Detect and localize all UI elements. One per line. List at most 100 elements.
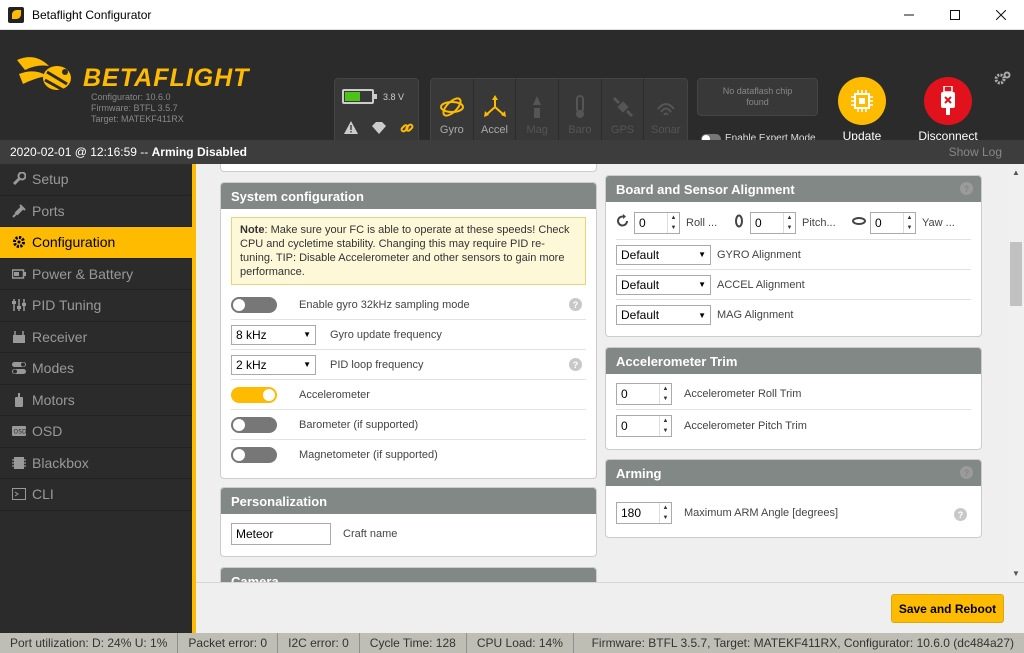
sidebar-item-pid-tuning[interactable]: PID Tuning	[0, 290, 192, 322]
datetime: 2020-02-01 @ 12:16:59 --	[10, 145, 149, 159]
acc-roll-trim-input[interactable]: 0 ▲ ▼	[616, 382, 672, 405]
sidebar-item-setup[interactable]: Setup	[0, 164, 192, 196]
sonar-icon	[653, 94, 679, 120]
board-yaw-input[interactable]: 0 ▲ ▼	[870, 211, 916, 234]
yaw-rotate-icon	[852, 214, 866, 231]
scrollbar-thumb[interactable]	[1010, 242, 1022, 306]
accelerometer-row: Accelerometer	[231, 380, 586, 410]
sensor-accel: Accel	[474, 79, 517, 144]
i2c-error: I2C error: 0	[278, 633, 360, 653]
dropdown-arrow-icon: ▼	[698, 280, 706, 289]
window-title: Betaflight Configurator	[32, 7, 152, 22]
acc-pitch-trim-input[interactable]: 0 ▲ ▼	[616, 415, 672, 437]
mag-alignment-select[interactable]: Default ▼	[616, 305, 711, 325]
magnetometer-toggle[interactable]	[231, 447, 277, 463]
performance-note: Note: Make sure your FC is able to opera…	[231, 217, 586, 285]
arm-angle-help-icon[interactable]: ?	[954, 508, 967, 521]
sidebar-item-modes[interactable]: Modes	[0, 353, 192, 385]
arming-help-icon[interactable]: ?	[960, 466, 973, 479]
battery-panel: 3.8 V	[334, 78, 419, 145]
arming-panel: Arming? 180 ▲ ▼ Maximum ARM Angle [degrees…	[605, 459, 982, 538]
minimize-button[interactable]	[886, 0, 932, 30]
gyro32-help-icon[interactable]: ?	[569, 298, 582, 311]
sensor-baro: Baro	[559, 79, 602, 144]
dropdown-arrow-icon: ▼	[303, 330, 311, 339]
pitch-rotate-icon	[732, 214, 746, 231]
osd-icon: OSD	[12, 424, 26, 438]
disconnect-button[interactable]: Disconnect	[908, 77, 988, 143]
settings-gear-icon[interactable]	[993, 70, 1011, 88]
pid-icon	[12, 298, 26, 312]
arming-state: Arming Disabled	[151, 145, 247, 159]
app-icon	[8, 6, 24, 23]
sidebar-item-blackbox[interactable]: Blackbox	[0, 448, 192, 479]
target-name: Target: MATEKF411RX	[91, 114, 184, 124]
sidebar-item-ports[interactable]: Ports	[0, 196, 192, 227]
mag-alignment-row: Default ▼ MAG Alignment	[616, 300, 971, 330]
pid-frequency-select[interactable]: 2 kHz ▼	[231, 354, 316, 375]
sidebar-item-motors[interactable]: Motors	[0, 385, 192, 416]
gyro-alignment-select[interactable]: Default ▼	[616, 244, 711, 265]
maximize-button[interactable]	[932, 0, 978, 30]
board-alignment-panel: Board and Sensor Alignment? 0 ▲ ▼ Roll ...…	[605, 175, 982, 337]
dropdown-arrow-icon: ▼	[698, 250, 706, 259]
minimize-icon	[904, 14, 914, 16]
logo-text: BETAFLIGHT	[83, 64, 250, 92]
sensor-status-panel: Gyro Accel Mag Baro GPS Sonar	[430, 78, 688, 145]
dropdown-arrow-icon: ▼	[303, 360, 311, 369]
barometer-toggle[interactable]	[231, 416, 277, 433]
sensor-mag: Mag	[516, 79, 560, 144]
board-alignment-title: Board and Sensor Alignment?	[606, 176, 981, 202]
system-configuration-panel: System configuration Note: Make sure you…	[220, 182, 597, 479]
sidebar-item-power-battery[interactable]: Power & Battery	[0, 259, 192, 290]
save-and-reboot-button[interactable]: Save and Reboot	[891, 594, 1004, 623]
board-alignment-help-icon[interactable]: ?	[960, 182, 973, 195]
arm-angle-input[interactable]: 180 ▲ ▼	[616, 502, 672, 524]
sidebar-item-configuration[interactable]: Configuration	[0, 227, 192, 259]
gyro32-row: Enable gyro 32kHz sampling mode ?	[231, 290, 586, 320]
spinner-arrows-icon: ▲ ▼	[667, 212, 679, 233]
content-scrollbar[interactable]: ▲ ▼	[1008, 164, 1024, 582]
accel-icon	[482, 94, 508, 120]
spinner-arrows-icon: ▲ ▼	[659, 383, 671, 404]
cpu-load: CPU Load: 14%	[467, 633, 574, 653]
system-configuration-title: System configuration	[221, 183, 596, 209]
sidebar-item-osd[interactable]: OSD OSD	[0, 416, 192, 448]
usb-disconnect-icon	[924, 77, 972, 125]
content-toolbar: Save and Reboot	[196, 582, 1024, 633]
scroll-down-arrow-icon[interactable]: ▼	[1012, 569, 1020, 578]
plug-icon	[12, 204, 26, 218]
configuration-content: System configuration Note: Make sure you…	[196, 164, 1008, 582]
close-icon	[996, 10, 1006, 20]
gyro32-toggle[interactable]	[231, 296, 277, 313]
accel-alignment-select[interactable]: Default ▼	[616, 274, 711, 295]
firmware-version: Firmware: BTFL 3.5.7	[91, 103, 178, 113]
battery-icon	[342, 89, 377, 104]
board-pitch-input[interactable]: 0 ▲ ▼	[750, 211, 796, 234]
scroll-up-arrow-icon[interactable]: ▲	[1012, 168, 1020, 177]
packet-error: Packet error: 0	[178, 633, 279, 653]
pid-frequency-help-icon[interactable]: ?	[569, 358, 582, 371]
battery-icon	[12, 267, 26, 281]
dropdown-arrow-icon: ▼	[698, 310, 706, 320]
header: BETAFLIGHT Configurator: 10.6.0 Firmware…	[0, 30, 1024, 157]
chip-icon	[838, 77, 886, 125]
show-log-link[interactable]: Show Log	[949, 145, 1002, 159]
gyro-frequency-select[interactable]: 8 kHz ▼	[231, 324, 316, 345]
sidebar-item-cli[interactable]: CLI	[0, 479, 192, 511]
close-button[interactable]	[978, 0, 1024, 30]
sidebar-item-receiver[interactable]: Receiver	[0, 322, 192, 353]
personalization-title: Personalization	[221, 488, 596, 514]
pid-frequency-row: 2 kHz ▼ PID loop frequency ?	[231, 350, 586, 380]
roll-rotate-icon	[616, 214, 630, 231]
accel-alignment-row: Default ▼ ACCEL Alignment	[616, 270, 971, 300]
craft-name-input[interactable]: Meteor	[231, 523, 331, 545]
svg-text:OSD: OSD	[14, 429, 27, 436]
board-roll-input[interactable]: 0 ▲ ▼	[634, 211, 680, 234]
barometer-row: Barometer (if supported)	[231, 410, 586, 440]
accelerometer-toggle[interactable]	[231, 386, 277, 403]
acc-roll-trim-row: 0 ▲ ▼ Accelerometer Roll Trim	[616, 378, 971, 410]
battery-level-fill	[345, 92, 361, 101]
betaflight-bee-logo	[17, 57, 71, 92]
camera-title: Camera	[221, 568, 596, 582]
